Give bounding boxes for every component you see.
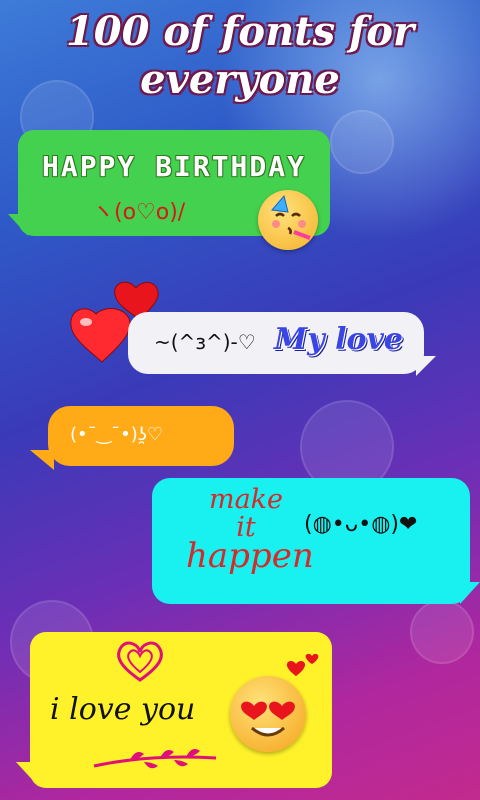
vine-divider-icon [93,749,217,769]
my-love-message-bubble[interactable]: ~(^з^)-♡ My love [128,312,436,376]
small-hearts-icon [286,653,319,676]
make-it-happen-message-bubble[interactable]: make it happen (◍•ᴗ•◍)❤ [152,478,480,604]
i-love-you-message-bubble[interactable]: i love you [16,632,332,788]
bubble-tail [16,762,38,786]
bubble-tail [30,450,54,470]
heart-doodle-icon [117,641,163,682]
title-line-1: 100 of fonts for [65,8,415,55]
kaomoji-text: ヽ(o♡o)/ [92,200,186,225]
word-happen: happen [186,536,314,576]
bubble-title: My love [274,322,404,357]
party-face-icon [258,190,318,250]
kaomoji-text: (◍•ᴗ•◍)❤ [304,512,418,537]
kaomoji-text: (•¯‿¯•)ʖ̯♡ [70,424,164,445]
birthday-message-bubble[interactable]: HAPPY BIRTHDAY ヽ(o♡o)/ [8,130,330,250]
bubble-tail [460,582,480,604]
bubble-tail [8,214,28,236]
page-title: 100 of fonts for everyone [0,8,480,104]
bubble-tail [416,356,436,376]
title-line-2: everyone [140,56,340,103]
kaomoji-text: ~(^з^)-♡ [154,330,256,354]
background-smiley-icon [410,600,474,664]
i-love-you-text: i love you [50,692,196,727]
bubble-title: HAPPY BIRTHDAY [41,150,306,183]
background-smiley-icon [330,110,394,174]
word-make: make [208,484,284,515]
kaomoji-message-bubble[interactable]: (•¯‿¯•)ʖ̯♡ [30,406,234,470]
make-it-happen-text: make it happen [186,484,314,576]
heart-eyes-face-icon [230,676,306,752]
